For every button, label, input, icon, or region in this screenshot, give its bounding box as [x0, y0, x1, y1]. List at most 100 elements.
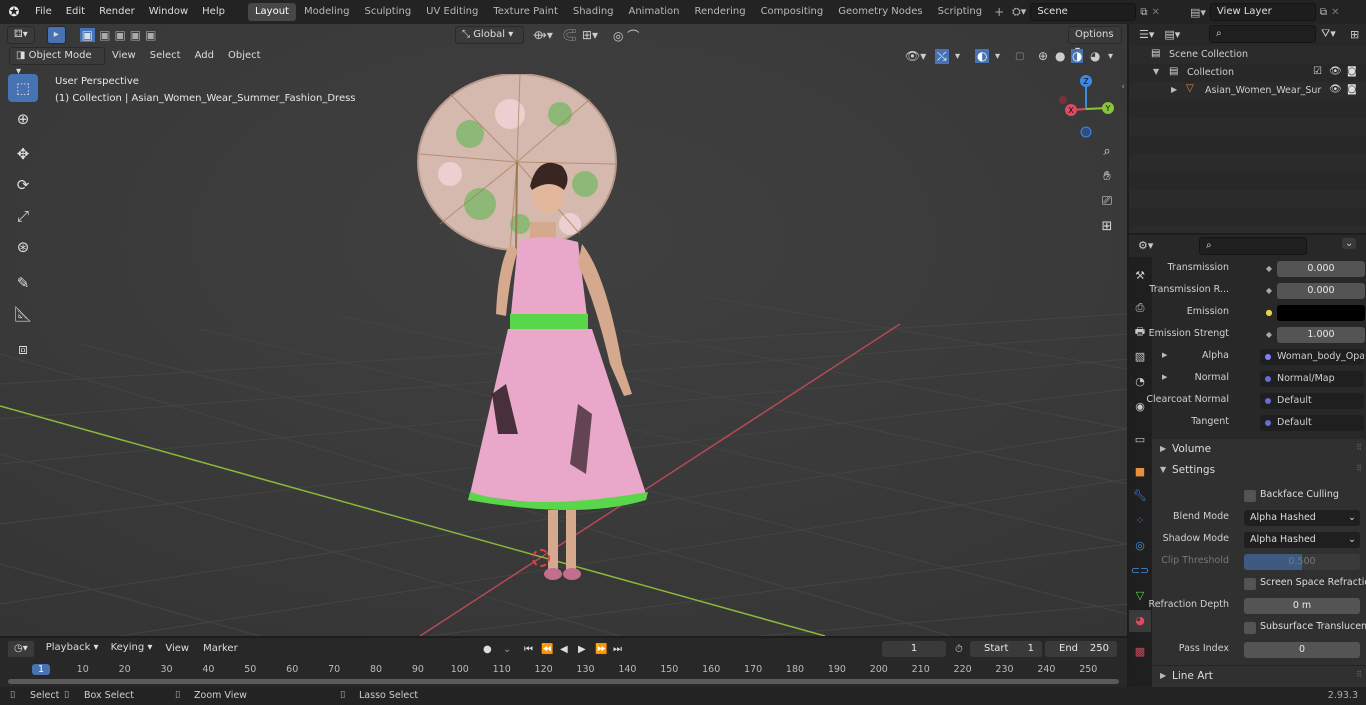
snap-target-icon[interactable]: ⊞▾ — [582, 28, 598, 42]
sidebar-toggle-icon[interactable]: ‹ — [1121, 82, 1125, 92]
shading-solid-icon[interactable]: ● — [1055, 49, 1065, 63]
tool-add-cube[interactable]: ⧈ — [8, 335, 38, 363]
view-layer-close-icon[interactable]: ✕ — [1331, 7, 1339, 18]
clearcoat-normal-link-field[interactable]: Default — [1260, 393, 1364, 409]
collection-checkbox-icon[interactable]: ☑ — [1313, 66, 1322, 77]
clip-threshold-slider[interactable]: 0.500 — [1244, 554, 1360, 570]
emission-strength-field[interactable]: 1.000 — [1277, 327, 1365, 343]
view-layer-tab-icon[interactable]: ▧ — [1129, 346, 1151, 368]
play-reverse-icon[interactable]: ◀ — [560, 644, 568, 655]
menu-window[interactable]: Window — [142, 0, 195, 24]
alpha-link-field[interactable]: Woman_body_Opac... — [1260, 349, 1364, 365]
mode-dropdown[interactable]: ◨ Object Mode ▾ — [9, 47, 105, 77]
tab-layout[interactable]: Layout — [247, 3, 296, 21]
current-frame-field[interactable]: 1 — [882, 641, 946, 657]
tab-modeling[interactable]: Modeling — [297, 3, 357, 21]
shading-wireframe-icon[interactable]: ⊕ — [1038, 49, 1048, 63]
transmission-socket-icon[interactable]: ◆ — [1260, 260, 1278, 278]
drag-handle-icon[interactable]: ⠿ — [1356, 464, 1362, 473]
alpha-expand-icon[interactable]: ▶ — [1162, 351, 1167, 359]
tab-animation[interactable]: Animation — [622, 3, 687, 21]
screen-space-refraction-checkbox[interactable] — [1244, 578, 1256, 590]
view-layer-field[interactable]: View Layer — [1209, 3, 1316, 21]
select-mode-new-icon[interactable]: ▣ — [79, 28, 96, 42]
blend-mode-dropdown[interactable]: Alpha Hashed ⌄ — [1244, 510, 1360, 526]
jump-end-icon[interactable]: ⏭ — [613, 644, 622, 655]
normal-expand-icon[interactable]: ▶ — [1162, 373, 1167, 381]
collection-tab-icon[interactable]: ▭ — [1129, 429, 1151, 451]
tool-transform[interactable]: ⊛ — [8, 233, 38, 261]
proportional-edit-icon[interactable]: ◎ ⌒ — [613, 27, 639, 44]
camera-icon[interactable]: ⎚ — [1095, 191, 1119, 213]
transmission-field[interactable]: 0.000 — [1277, 261, 1365, 277]
tab-rendering[interactable]: Rendering — [687, 3, 752, 21]
play-icon[interactable]: ▶ — [578, 644, 586, 655]
scene-copy-icon[interactable]: ⧉ — [1140, 7, 1147, 18]
properties-editor-type-icon[interactable]: ⚙▾ — [1138, 239, 1153, 252]
menu-edit[interactable]: Edit — [59, 0, 92, 24]
transmission-roughness-field[interactable]: 0.000 — [1277, 283, 1365, 299]
blender-logo-icon[interactable]: ✪ — [0, 5, 28, 20]
refraction-depth-field[interactable]: 0 m — [1244, 598, 1360, 614]
drag-handle-icon[interactable]: ⠿ — [1356, 670, 1362, 679]
3d-cursor-icon[interactable] — [532, 549, 550, 567]
subsurface-translucency-checkbox[interactable] — [1244, 622, 1256, 634]
viewport-menu-add[interactable]: Add — [188, 44, 221, 68]
tab-texture-paint[interactable]: Texture Paint — [486, 3, 565, 21]
normal-link-field[interactable]: Normal/Map — [1260, 371, 1364, 387]
zoom-view-icon[interactable]: ⌕ — [1095, 141, 1119, 163]
visibility-icon[interactable]: 👁▾ — [905, 49, 926, 63]
add-workspace-icon[interactable]: + — [994, 5, 1004, 19]
perspective-grid-icon[interactable]: ⊞ — [1095, 216, 1119, 238]
3d-viewport[interactable]: ⚃▾ ▸ ▣ ▣ ▣ ▣ ▣ ⤡ Global ▾ ⟴▾ 🧲︎ ⊞▾ ◎ ⌒ O… — [0, 24, 1127, 636]
snap-icon[interactable]: 🧲︎ — [562, 28, 577, 42]
expand-arrow-icon[interactable]: ▼ — [1153, 67, 1159, 76]
outliner-row-object[interactable]: ▶ ▽ Asian_Women_Wear_Sur 👁 ◙ — [1129, 82, 1366, 100]
tab-shading[interactable]: Shading — [566, 3, 621, 21]
collection-visibility-icon[interactable]: 👁 — [1329, 66, 1342, 77]
preview-range-icon[interactable]: ⏱ — [955, 644, 963, 655]
properties-search-input[interactable]: ⌕ — [1199, 237, 1307, 255]
backface-culling-checkbox[interactable] — [1244, 490, 1256, 502]
particles-tab-icon[interactable]: ⁘ — [1129, 510, 1151, 532]
jump-prev-keyframe-icon[interactable]: ⏪ — [541, 644, 553, 655]
line-art-panel-header[interactable]: ▶ Line Art ⠿ — [1152, 665, 1366, 687]
viewport-menu-object[interactable]: Object — [221, 44, 268, 68]
emission-strength-socket-icon[interactable]: ◆ — [1260, 326, 1278, 344]
editor-type-button[interactable]: ⚃▾ — [7, 26, 35, 44]
playback-dropdown[interactable]: Playback ▾ — [40, 640, 105, 658]
settings-panel-header[interactable]: ▼ Settings ⠿ — [1152, 460, 1366, 482]
view-layer-copy-icon[interactable]: ⧉ — [1320, 7, 1327, 18]
texture-tab-icon[interactable]: ▩ — [1129, 641, 1151, 663]
timeline-editor-type-icon[interactable]: ◷▾ — [7, 640, 35, 658]
gizmo-dropdown-icon[interactable]: ▾ — [955, 51, 960, 62]
tab-uv-editing[interactable]: UV Editing — [419, 3, 485, 21]
render-tab-icon[interactable]: ⎙ — [1129, 297, 1151, 319]
emission-color-swatch[interactable] — [1277, 305, 1365, 321]
record-options-icon[interactable]: ⌄ — [503, 644, 511, 655]
overlay-toggle-icon[interactable]: ◐ — [975, 49, 990, 63]
tool-tab-icon[interactable]: ⚒ — [1129, 265, 1151, 287]
tab-geometry-nodes[interactable]: Geometry Nodes — [831, 3, 929, 21]
shadow-mode-dropdown[interactable]: Alpha Hashed ⌄ — [1244, 532, 1360, 548]
outliner-display-mode-icon[interactable]: ▤▾ — [1164, 28, 1180, 41]
scene-icon[interactable]: ⛭▾ — [1012, 5, 1026, 19]
object-visibility-icon[interactable]: 👁 — [1329, 84, 1342, 95]
orientation-dropdown[interactable]: ⤡ Global ▾ — [455, 26, 524, 44]
viewport-menu-view[interactable]: View — [105, 44, 143, 68]
transmission-roughness-socket-icon[interactable]: ◆ — [1260, 282, 1278, 300]
outliner-row-scene-collection[interactable]: ▤ Scene Collection — [1129, 46, 1366, 64]
outliner-editor-type-icon[interactable]: ☰▾ — [1139, 28, 1154, 41]
shading-dropdown-icon[interactable]: ▾ — [1108, 51, 1113, 62]
volume-panel-header[interactable]: ▶ Volume ⠿ — [1152, 439, 1366, 461]
select-tool-icon[interactable]: ▸ — [46, 26, 66, 44]
tab-sculpting[interactable]: Sculpting — [357, 3, 418, 21]
navigation-gizmo[interactable]: Z Y X — [1051, 74, 1121, 144]
tool-measure[interactable]: 📐︎ — [8, 300, 38, 328]
view-layer-icon[interactable]: ▤▾ — [1190, 6, 1206, 19]
object-render-icon[interactable]: ◙ — [1347, 84, 1357, 95]
tool-rotate[interactable]: ⟳ — [8, 171, 38, 199]
tool-move[interactable]: ✥ — [8, 140, 38, 168]
collection-render-icon[interactable]: ◙ — [1347, 66, 1357, 77]
timeline-menu-marker[interactable]: Marker — [196, 637, 245, 661]
